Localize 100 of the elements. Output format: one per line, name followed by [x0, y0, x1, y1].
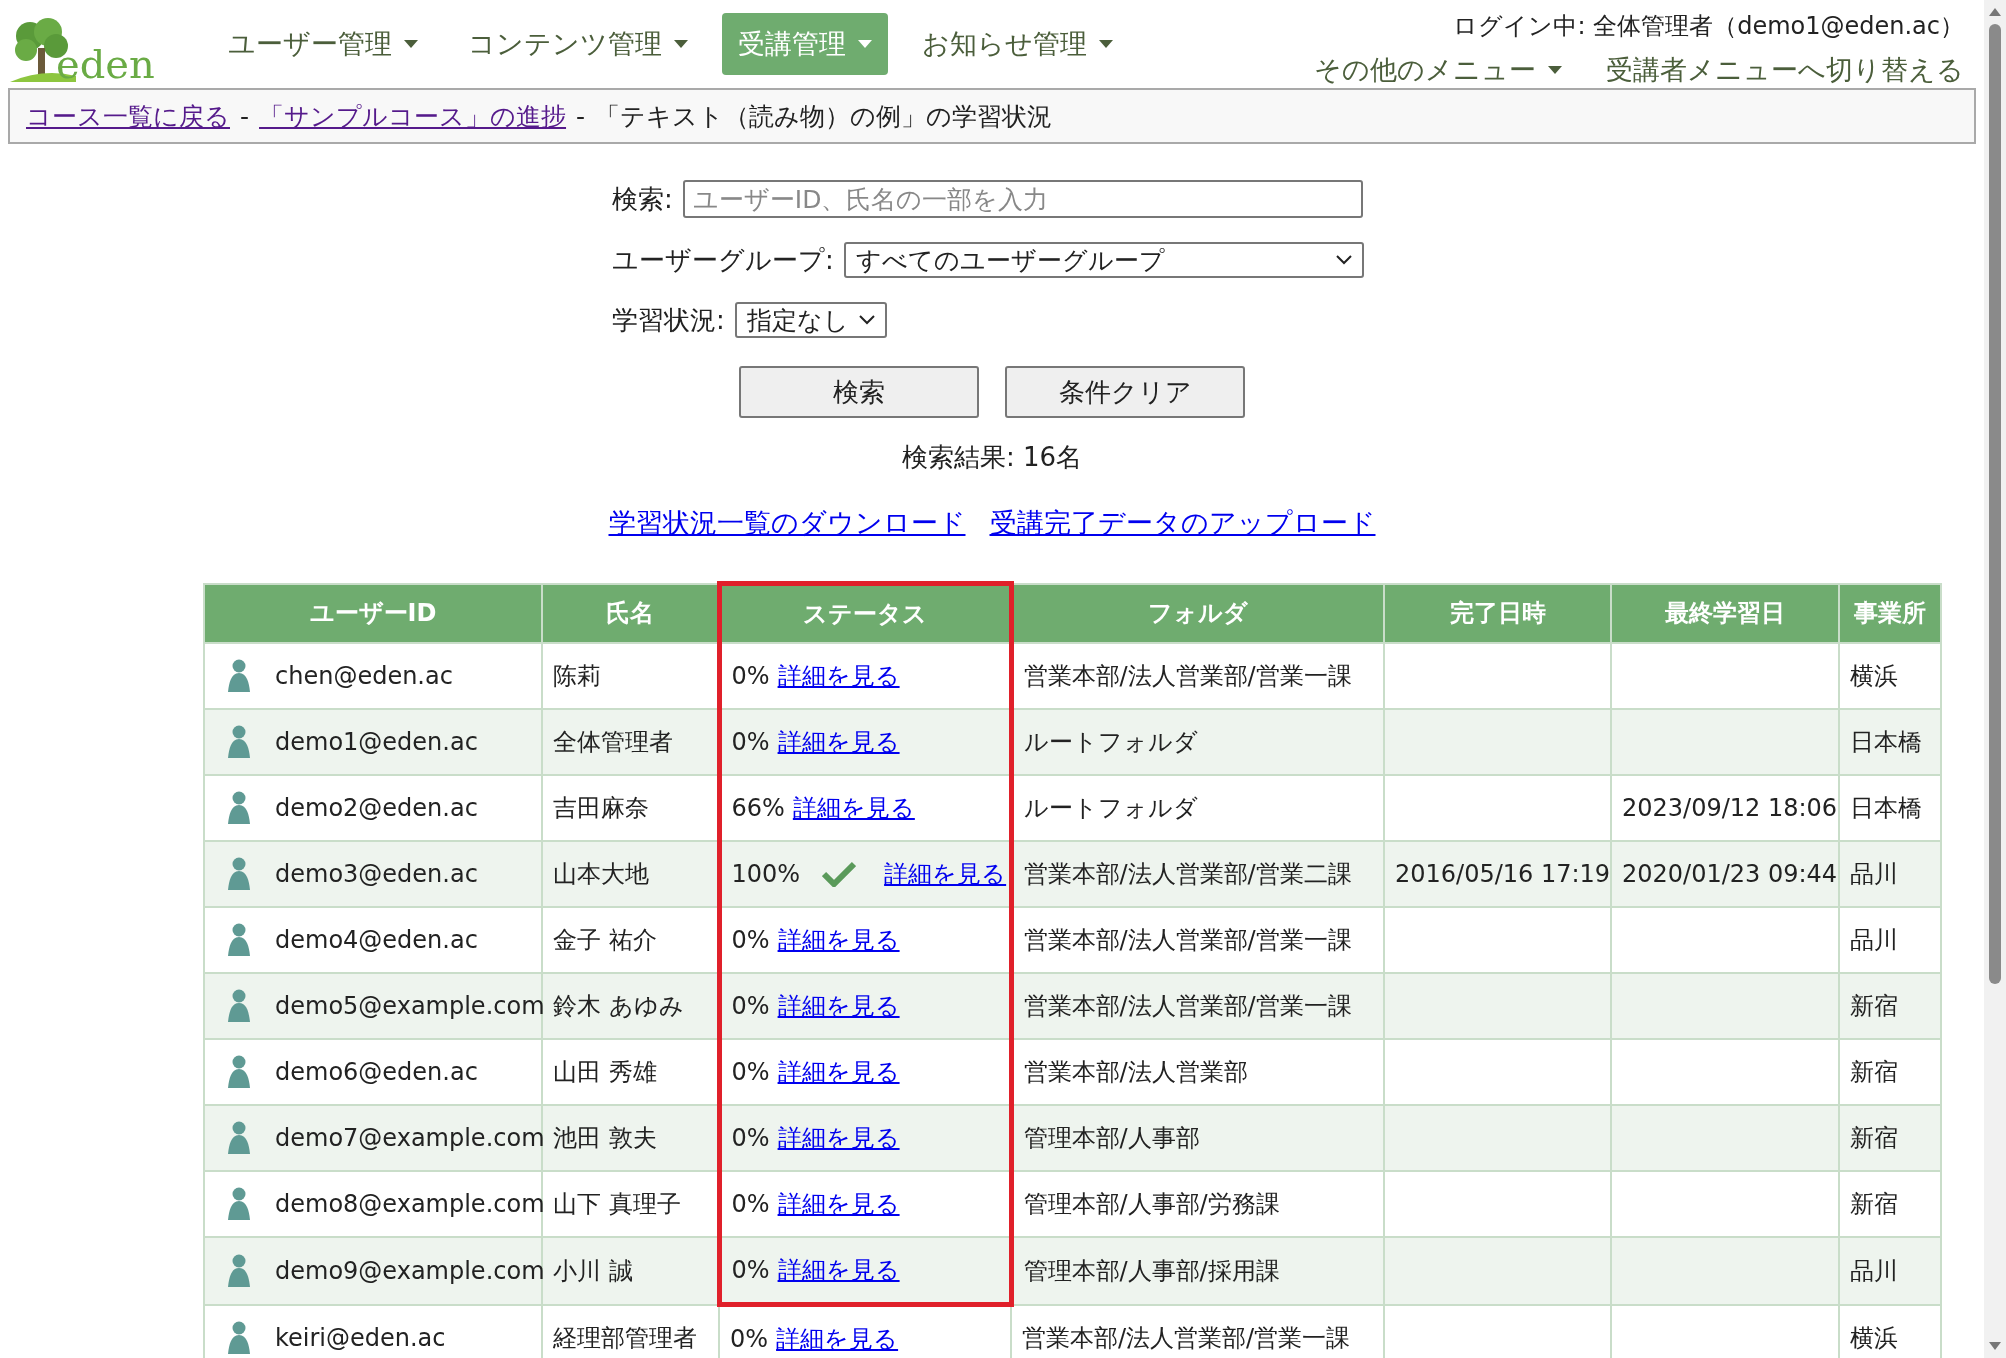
progress-text: 0%: [731, 728, 770, 756]
table-cell: 新宿: [1850, 992, 1898, 1020]
account-menu[interactable]: 受講者メニューへ切り替える: [1606, 52, 1964, 88]
study-status-select[interactable]: 指定なし: [734, 302, 887, 338]
download-link[interactable]: 学習状況一覧のダウンロード: [608, 505, 966, 541]
table-cell: 日本橋: [1850, 728, 1922, 756]
table-cell: 品川: [1850, 860, 1898, 888]
detail-link[interactable]: 詳細を見る: [777, 1188, 900, 1220]
chevron-down-icon: [1335, 255, 1352, 265]
breadcrumb-text: 「テキスト（読み物）の例」の学習状況: [595, 100, 1053, 133]
table-cell: 営業本部/法人営業部/営業一課: [1023, 926, 1352, 954]
table-cell: 池田 敦夫: [553, 1124, 657, 1152]
table-cell: ルートフォルダ: [1023, 794, 1198, 822]
upload-link[interactable]: 受講完了データのアップロード: [989, 505, 1376, 541]
search-button[interactable]: 検索: [739, 366, 979, 418]
chevron-down-icon: [858, 315, 875, 325]
progress-text: 0%: [731, 926, 770, 954]
progress-text: 0%: [731, 1190, 770, 1218]
detail-link[interactable]: 詳細を見る: [777, 924, 900, 956]
detail-link[interactable]: 詳細を見る: [777, 1254, 900, 1286]
table-cell: 小川 誠: [553, 1256, 633, 1285]
table-cell: 横浜: [1850, 662, 1898, 690]
table-cell: 営業本部/法人営業部: [1023, 1058, 1248, 1086]
detail-link[interactable]: 詳細を見る: [777, 1122, 900, 1154]
column-header: フォルダ: [1011, 583, 1384, 643]
column-header: 最終学習日: [1611, 583, 1839, 643]
breadcrumb-text: -: [576, 101, 586, 131]
table-cell: 営業本部/法人営業部/営業二課: [1023, 860, 1352, 888]
detail-link[interactable]: 詳細を見る: [777, 726, 900, 758]
user-group-select[interactable]: すべてのユーザーグループ: [843, 242, 1364, 278]
table-cell: demo3@eden.ac: [275, 860, 478, 888]
table-cell: demo2@eden.ac: [275, 794, 478, 822]
nav-menu[interactable]: コンテンツ管理: [452, 13, 704, 75]
user-group-label: ユーザーグループ:: [612, 243, 834, 277]
scrollbar-thumb[interactable]: [1989, 24, 2001, 984]
progress-text: 0%: [731, 1058, 770, 1086]
scroll-up-icon[interactable]: [1989, 8, 2001, 16]
table-cell: 新宿: [1850, 1058, 1898, 1086]
table-cell: 山本大地: [553, 860, 649, 888]
table-cell: 品川: [1850, 926, 1898, 954]
result-count: 検索結果: 16名: [901, 441, 1083, 474]
table-cell: ルートフォルダ: [1023, 728, 1198, 756]
nav-menu[interactable]: お知らせ管理: [906, 13, 1129, 75]
table-cell: demo1@eden.ac: [275, 728, 478, 756]
detail-link[interactable]: 詳細を見る: [777, 1056, 900, 1088]
progress-text: 100%: [731, 860, 801, 888]
person-icon: [227, 1253, 251, 1288]
table-cell: 横浜: [1850, 1324, 1898, 1353]
breadcrumb-text: -: [240, 101, 250, 131]
person-icon: [227, 791, 251, 825]
table-cell: demo5@example.com: [275, 992, 545, 1020]
detail-link[interactable]: 詳細を見る: [776, 1323, 899, 1355]
person-icon: [227, 1121, 251, 1155]
caret-icon: [858, 40, 872, 48]
login-status: ログイン中: 全体管理者（demo1@eden.ac）: [1453, 11, 1964, 42]
table-cell: 日本橋: [1850, 794, 1922, 822]
table-cell: demo4@eden.ac: [275, 926, 478, 954]
study-status-label: 学習状況:: [612, 303, 725, 337]
progress-text: 0%: [730, 1325, 769, 1353]
detail-link[interactable]: 詳細を見る: [777, 660, 900, 692]
person-icon: [227, 659, 251, 693]
progress-text: 0%: [731, 1124, 770, 1152]
table-cell: 山田 秀雄: [553, 1058, 657, 1086]
caret-icon: [674, 40, 688, 48]
table-cell: demo8@example.com: [275, 1190, 545, 1218]
caret-icon: [404, 40, 418, 48]
nav-menu[interactable]: ユーザー管理: [212, 13, 434, 75]
search-label: 検索:: [612, 182, 673, 216]
table-cell: 管理本部/人事部: [1023, 1124, 1200, 1152]
table-cell: keiri@eden.ac: [275, 1324, 446, 1353]
caret-icon: [1099, 40, 1113, 48]
progress-text: 0%: [731, 992, 770, 1020]
progress-text: 0%: [731, 662, 770, 690]
table-cell: 経理部管理者: [553, 1324, 697, 1353]
detail-link[interactable]: 詳細を見る: [792, 792, 915, 824]
person-icon: [227, 1321, 251, 1356]
search-field[interactable]: ユーザーID、氏名の一部を入力: [682, 180, 1363, 218]
scrollbar[interactable]: [1984, 0, 2006, 1358]
detail-link[interactable]: 詳細を見る: [777, 990, 900, 1022]
table-cell: 2020/01/23 09:44: [1622, 860, 1838, 888]
account-menu[interactable]: その他のメニュー: [1314, 52, 1562, 88]
progress-text: 0%: [731, 1256, 770, 1284]
person-icon: [227, 923, 251, 957]
person-icon: [227, 725, 251, 759]
table-cell: 鈴木 あゆみ: [553, 992, 684, 1020]
table-cell: 品川: [1850, 1256, 1898, 1285]
table-cell: 管理本部/人事部/労務課: [1023, 1190, 1280, 1218]
scroll-down-icon[interactable]: [1989, 1342, 2001, 1350]
person-icon: [227, 1187, 251, 1221]
breadcrumb-link[interactable]: コース一覧に戻る: [26, 99, 230, 133]
column-header: 氏名: [542, 583, 719, 643]
table-cell: demo7@example.com: [275, 1124, 545, 1152]
table-cell: 2016/05/16 17:19: [1395, 860, 1611, 888]
table-cell: 全体管理者: [553, 728, 673, 756]
table-cell: 営業本部/法人営業部/営業一課: [1023, 662, 1352, 690]
breadcrumb-link[interactable]: 「サンプルコース」の進捗: [259, 99, 567, 133]
progress-text: 66%: [731, 794, 785, 822]
column-header: 完了日時: [1384, 583, 1611, 643]
clear-button[interactable]: 条件クリア: [1005, 366, 1245, 418]
detail-link[interactable]: 詳細を見る: [884, 858, 1007, 890]
